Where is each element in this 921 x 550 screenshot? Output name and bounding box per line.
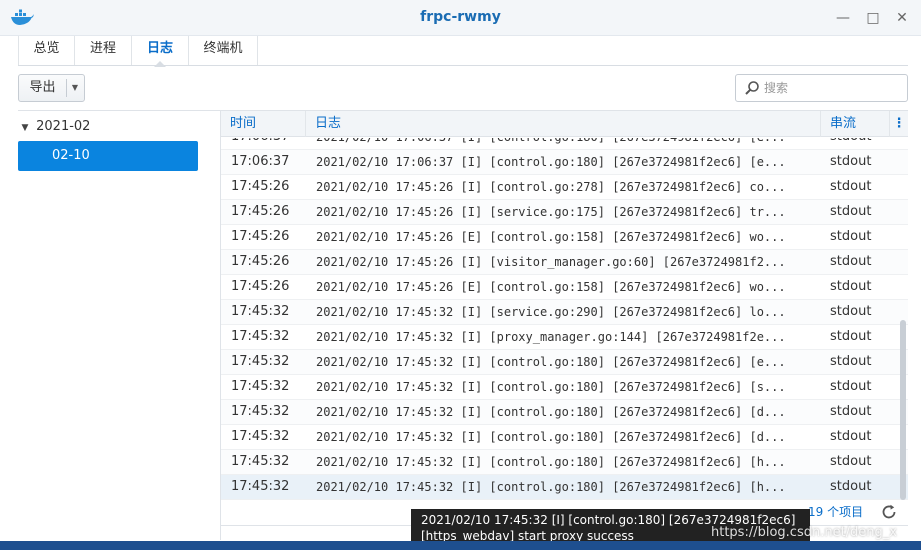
cell-log: 2021/02/10 17:45:32 [I] [control.go:180]… <box>316 405 786 419</box>
taskbar <box>0 541 921 550</box>
cell-log: 2021/02/10 17:45:26 [E] [control.go:158]… <box>316 280 786 294</box>
cell-time: 17:45:32 <box>231 404 290 419</box>
cell-log: 2021/02/10 17:45:32 [I] [control.go:180]… <box>316 380 786 394</box>
table-row[interactable]: 17:45:32 2021/02/10 17:45:32 [I] [service… <box>221 300 908 325</box>
cell-stream: stdout <box>830 304 872 319</box>
cell-time: 17:45:32 <box>231 429 290 444</box>
cell-stream: stdout <box>830 479 872 494</box>
cell-log: 2021/02/10 17:45:32 [I] [control.go:180]… <box>316 430 786 444</box>
cell-stream: stdout <box>830 354 872 369</box>
table-row[interactable]: 17:45:32 2021/02/10 17:45:32 [I] [control… <box>221 400 908 425</box>
table-row[interactable]: 17:45:26 2021/02/10 17:45:26 [I] [service… <box>221 200 908 225</box>
table-rows: 17:06:37 2021/02/10 17:06:37 [I] [control… <box>221 138 908 500</box>
title-bar: frpc-rwmy — □ ✕ <box>0 0 921 36</box>
cell-log: 2021/02/10 17:45:26 [I] [control.go:278]… <box>316 180 786 194</box>
chevron-down-icon[interactable]: ▼ <box>66 75 84 101</box>
cell-time: 17:45:32 <box>231 454 290 469</box>
cell-time: 17:45:26 <box>231 204 290 219</box>
tab-divider <box>18 65 908 66</box>
export-button[interactable]: 导出 ▼ <box>18 74 85 102</box>
table-row[interactable]: 17:45:26 2021/02/10 17:45:26 [I] [visitor… <box>221 250 908 275</box>
tab-logs[interactable]: 日志 <box>132 36 189 67</box>
cell-stream: stdout <box>830 404 872 419</box>
cell-log: 2021/02/10 17:45:32 [I] [control.go:180]… <box>316 355 786 369</box>
vertical-scrollbar[interactable] <box>900 320 906 500</box>
cell-log: 2021/02/10 17:45:26 [I] [service.go:175]… <box>316 205 786 219</box>
date-tree: ▼ 2021-02 02-10 <box>18 112 218 542</box>
search-icon <box>745 81 759 95</box>
table-header: 时间 日志 串流 ⋮ <box>221 111 908 137</box>
cell-stream: stdout <box>830 429 872 444</box>
search-box[interactable] <box>735 74 908 102</box>
cell-stream: stdout <box>830 279 872 294</box>
table-row[interactable]: 17:45:32 2021/02/10 17:45:32 [I] [proxy_m… <box>221 325 908 350</box>
cell-stream: stdout <box>830 154 872 169</box>
cell-time: 17:45:26 <box>231 229 290 244</box>
cell-log: 2021/02/10 17:45:32 [I] [control.go:180]… <box>316 455 786 469</box>
table-row[interactable]: 17:06:37 2021/02/10 17:06:37 [I] [control… <box>221 150 908 175</box>
column-header-time[interactable]: 时间 <box>221 111 306 137</box>
cell-stream: stdout <box>830 454 872 469</box>
search-input[interactable] <box>764 78 902 98</box>
cell-log: 2021/02/10 17:45:32 [I] [control.go:180]… <box>316 480 786 494</box>
table-row[interactable]: 17:45:32 2021/02/10 17:45:32 [I] [control… <box>221 450 908 475</box>
close-button[interactable]: ✕ <box>889 6 915 30</box>
column-menu-icon[interactable]: ⋮ <box>890 111 908 137</box>
tree-group-2021-02[interactable]: ▼ 2021-02 <box>18 117 91 138</box>
cell-time: 17:45:32 <box>231 479 290 494</box>
tab-overview[interactable]: 总览 <box>18 36 75 66</box>
tree-group-label: 2021-02 <box>36 119 91 134</box>
caret-down-icon[interactable]: ▼ <box>18 118 32 138</box>
cell-stream: stdout <box>830 379 872 394</box>
table-body: 17:06:37 2021/02/10 17:06:37 [I] [control… <box>221 138 908 508</box>
window-title: frpc-rwmy <box>420 9 501 25</box>
cell-log: 2021/02/10 17:45:26 [E] [control.go:158]… <box>316 230 786 244</box>
cell-time: 17:45:32 <box>231 304 290 319</box>
table-row[interactable]: 17:45:26 2021/02/10 17:45:26 [E] [control… <box>221 275 908 300</box>
cell-log: 2021/02/10 17:06:37 [I] [control.go:180]… <box>316 155 786 169</box>
column-header-stream[interactable]: 串流 <box>821 111 890 137</box>
cell-log: 2021/02/10 17:45:32 [I] [proxy_manager.g… <box>316 330 786 344</box>
cell-stream: stdout <box>830 204 872 219</box>
log-table: 时间 日志 串流 ⋮ 17:06:37 2021/02/10 17:06:37 [… <box>221 111 908 541</box>
tab-processes[interactable]: 进程 <box>75 36 132 66</box>
cell-time: 17:45:26 <box>231 254 290 269</box>
cell-stream: stdout <box>830 254 872 269</box>
minimize-button[interactable]: — <box>830 6 856 30</box>
tab-terminal[interactable]: 终端机 <box>189 36 258 66</box>
table-row[interactable]: 17:45:26 2021/02/10 17:45:26 [E] [control… <box>221 225 908 250</box>
cell-time: 17:45:26 <box>231 179 290 194</box>
cell-time: 17:06:37 <box>231 154 290 169</box>
table-row[interactable]: 17:45:32 2021/02/10 17:45:32 [I] [control… <box>221 425 908 450</box>
watermark: https://blog.csdn.net/deng_x <box>711 525 897 540</box>
cell-stream: stdout <box>830 138 885 149</box>
tree-item-02-10[interactable]: 02-10 <box>18 141 198 171</box>
maximize-button[interactable]: □ <box>860 6 886 30</box>
table-row[interactable]: 17:45:32 2021/02/10 17:45:32 [I] [control… <box>221 475 908 500</box>
cell-stream: stdout <box>830 229 872 244</box>
column-header-log[interactable]: 日志 <box>306 111 821 137</box>
cell-time: 17:45:32 <box>231 379 290 394</box>
cell-stream: stdout <box>830 179 872 194</box>
cell-stream: stdout <box>830 329 872 344</box>
table-row[interactable]: 17:45:26 2021/02/10 17:45:26 [I] [control… <box>221 175 908 200</box>
cell-time: 17:06:37 <box>231 138 301 149</box>
cell-log: 2021/02/10 17:45:32 [I] [service.go:290]… <box>316 305 786 319</box>
refresh-icon[interactable] <box>880 503 898 521</box>
cell-log: 2021/02/10 17:45:26 [I] [visitor_manager… <box>316 255 786 269</box>
table-row[interactable]: 17:45:32 2021/02/10 17:45:32 [I] [control… <box>221 350 908 375</box>
export-button-label[interactable]: 导出 <box>19 75 66 101</box>
cell-time: 17:45:26 <box>231 279 290 294</box>
cell-log: 2021/02/10 17:06:37 [I] [control.go:180]… <box>316 138 813 149</box>
item-count: 19 个项目 <box>808 505 864 519</box>
cell-time: 17:45:32 <box>231 354 290 369</box>
cell-time: 17:45:32 <box>231 329 290 344</box>
table-row[interactable]: 17:45:32 2021/02/10 17:45:32 [I] [control… <box>221 375 908 400</box>
table-row[interactable]: 17:06:37 2021/02/10 17:06:37 [I] [control… <box>221 138 908 150</box>
